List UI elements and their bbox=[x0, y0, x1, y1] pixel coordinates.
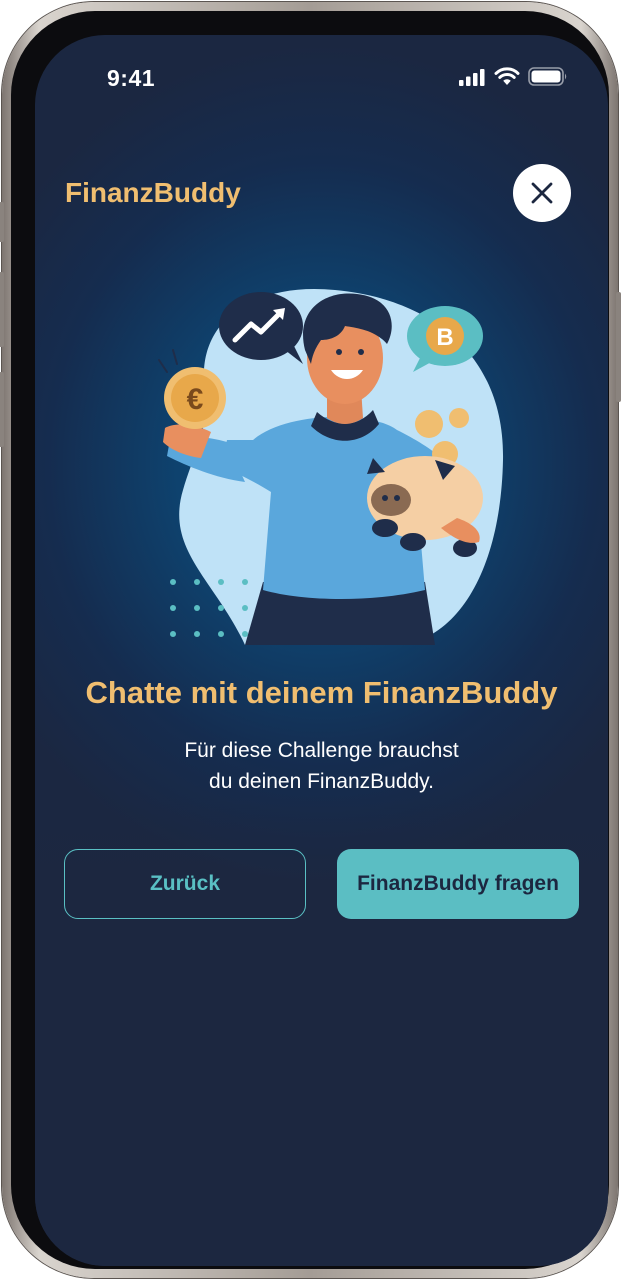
app-title: FinanzBuddy bbox=[65, 177, 241, 208]
status-icons bbox=[458, 67, 568, 86]
headline: Chatte mit deinem FinanzBuddy bbox=[85, 675, 558, 710]
volume-down-button bbox=[0, 372, 4, 447]
battery-icon bbox=[528, 67, 567, 86]
svg-text:B: B bbox=[436, 324, 453, 351]
status-bar: 9:41 bbox=[35, 35, 608, 125]
action-button bbox=[0, 202, 4, 242]
close-button[interactable] bbox=[513, 164, 571, 222]
status-time: 9:41 bbox=[107, 65, 156, 91]
svg-text:€: € bbox=[187, 383, 204, 416]
subtitle-line-2: du deinen FinanzBuddy. bbox=[209, 770, 434, 793]
phone-bezel: 9:41 FinanzBuddy € B Chatte mit deinem F… bbox=[11, 11, 609, 1269]
finance-buddy-illustration: € B bbox=[158, 288, 504, 645]
close-icon bbox=[531, 182, 553, 204]
screen: 9:41 FinanzBuddy € B Chatte mit deinem F… bbox=[35, 35, 608, 1266]
wifi-icon bbox=[494, 67, 520, 85]
cellular-signal-icon bbox=[459, 68, 485, 86]
subtitle-line-1: Für diese Challenge brauchst bbox=[184, 739, 459, 762]
volume-up-button bbox=[0, 272, 4, 347]
phone-device-frame: 9:41 FinanzBuddy € B Chatte mit deinem F… bbox=[0, 2, 621, 1278]
power-button bbox=[616, 292, 621, 402]
subtitle: Für diese Challenge brauchst du deinen F… bbox=[141, 735, 502, 797]
ask-finanzbuddy-button[interactable]: FinanzBuddy fragen bbox=[337, 849, 579, 919]
back-button[interactable]: Zurück bbox=[64, 849, 306, 919]
